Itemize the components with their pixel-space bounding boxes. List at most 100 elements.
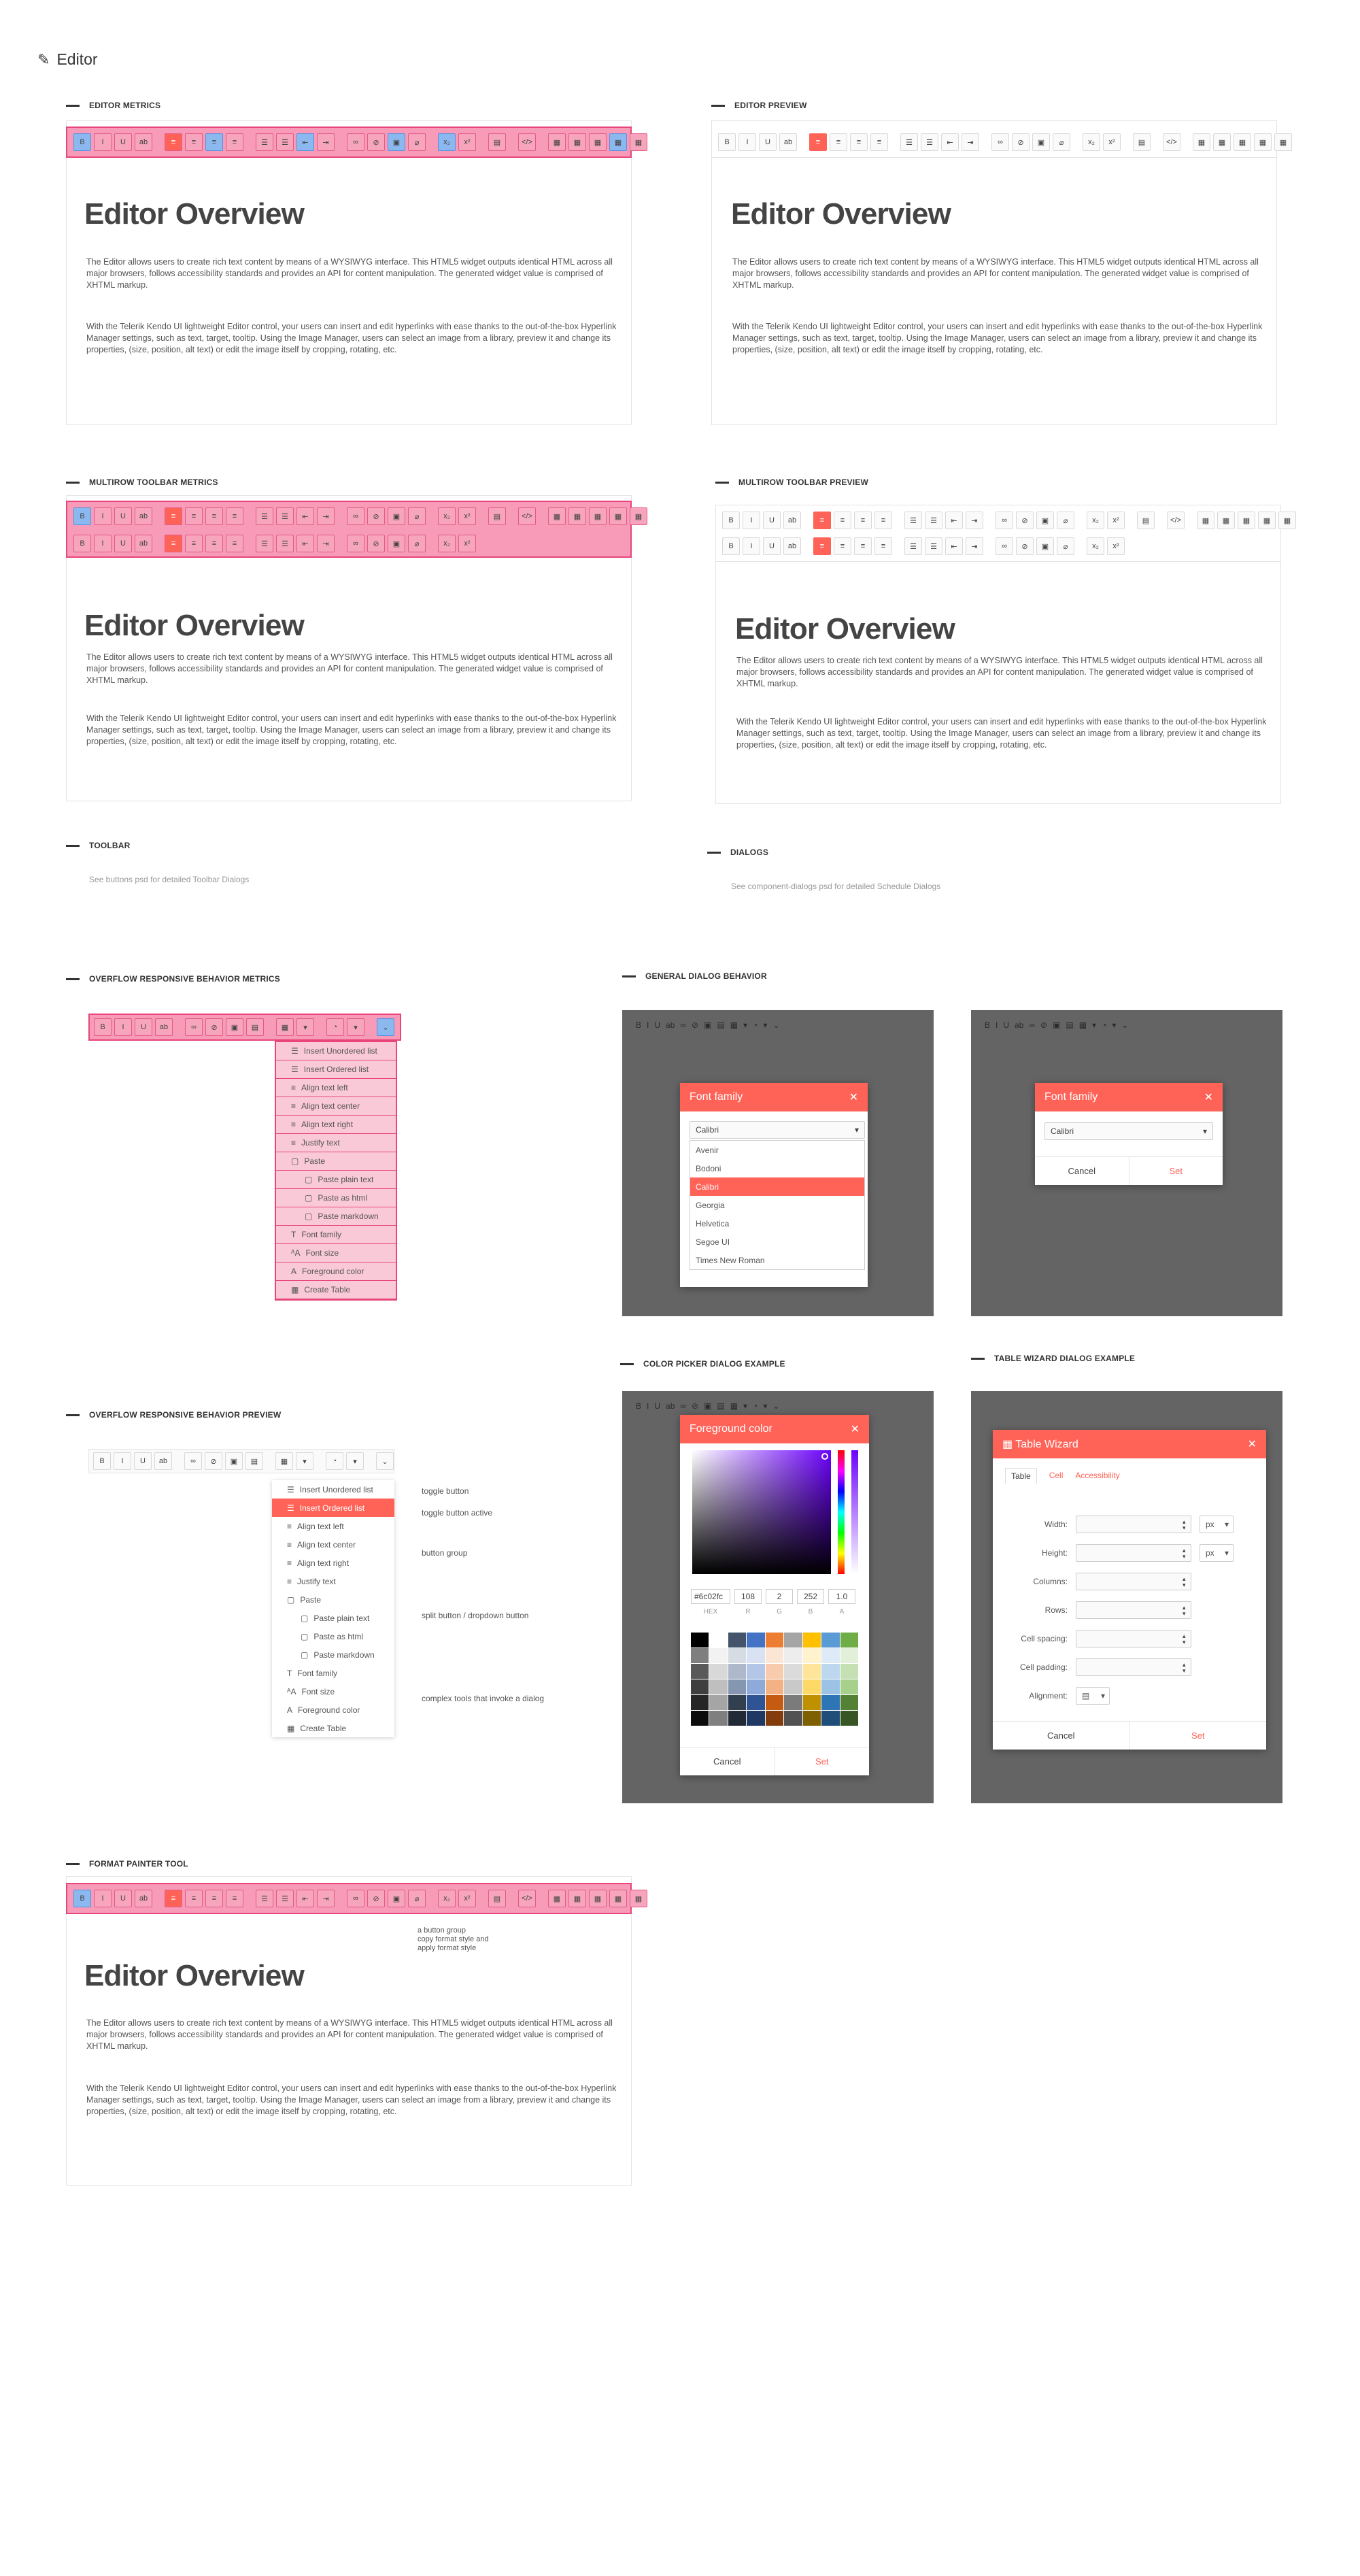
overflow-button[interactable]: ⌄ [376,1452,394,1470]
overflow-menu-item[interactable]: ▢ Paste plain text [272,1609,394,1627]
toolbar-button-17[interactable]: x² [458,507,476,525]
toolbar-button-13[interactable]: ⊘ [367,1890,385,1907]
toolbar-button-11[interactable]: ⇥ [962,133,979,151]
palette-swatch[interactable] [709,1679,728,1694]
overflow-menu-item[interactable]: ☰ Insert Unordered list [272,1480,394,1499]
toolbar-button-24[interactable]: ▦ [630,133,647,151]
palette-swatch[interactable] [747,1711,765,1726]
toolbar-button-19[interactable]: </> [1167,512,1185,529]
cancel-button[interactable]: Cancel [993,1722,1129,1750]
link-button[interactable]: ∞ [185,1018,203,1036]
toolbar-button-20[interactable]: ▦ [548,133,566,151]
palette-swatch[interactable] [747,1664,765,1679]
palette-swatch[interactable] [802,1664,821,1679]
toolbar-button-15[interactable]: ⌀ [408,133,426,151]
toolbar-button-12[interactable]: ∞ [347,1890,364,1907]
cancel-button[interactable]: Cancel [1035,1157,1129,1185]
toolbar-button-1[interactable]: I [94,507,112,525]
toolbar-button-8[interactable]: ☰ [256,1890,273,1907]
overflow-menu-item[interactable]: ≡ Justify text [272,1572,394,1590]
palette-swatch[interactable] [765,1648,784,1663]
toolbar-button-22[interactable]: ▦ [1234,133,1251,151]
width-unit-select[interactable]: px ▾ [1200,1516,1234,1533]
toolbar-button-0[interactable]: B [722,512,740,529]
toolbar-button-17[interactable]: x² [458,133,476,151]
toolbar-button-15[interactable]: ⌀ [408,535,426,552]
toolbar-button-13[interactable]: ⊘ [1012,133,1030,151]
toolbar-button-17[interactable]: x² [458,1890,476,1907]
toolbar-button-15[interactable]: ⌀ [1057,512,1074,529]
palette-swatch[interactable] [691,1633,709,1647]
toolbar-button-8[interactable]: ☰ [900,133,918,151]
toolbar-button-9[interactable]: ☰ [925,537,942,555]
palette-swatch[interactable] [802,1679,821,1694]
palette-swatch[interactable] [784,1648,802,1663]
cell-padding-input[interactable] [1076,1658,1191,1676]
toolbar-button-24[interactable]: ▦ [1278,512,1296,529]
cell-spacing-input[interactable] [1076,1630,1191,1647]
palette-swatch[interactable] [821,1648,840,1663]
toolbar-button-7[interactable]: ≡ [226,133,243,151]
font-option[interactable]: Georgia [690,1196,864,1214]
toolbar-button-4[interactable]: ≡ [165,535,182,552]
cancel-button[interactable]: Cancel [680,1747,775,1775]
toolbar-button-16[interactable]: x₂ [438,535,456,552]
toolbar-button-18[interactable]: ▤ [1137,512,1155,529]
toolbar-button-8[interactable]: ☰ [256,133,273,151]
toolbar-button-20[interactable]: ▦ [1197,512,1214,529]
toolbar-button-10[interactable]: ⇤ [296,1890,314,1907]
toolbar-button-4[interactable]: ≡ [809,133,827,151]
toolbar-button-10[interactable]: ⇤ [945,537,963,555]
underline-button[interactable]: U [134,1452,152,1470]
toolbar-button-3[interactable]: ab [779,133,797,151]
palette-swatch[interactable] [784,1711,802,1726]
toolbar-button-9[interactable]: ☰ [921,133,938,151]
toolbar-button-10[interactable]: ⇤ [945,512,963,529]
toolbar-button-1[interactable]: I [94,1890,112,1907]
toolbar-button-3[interactable]: ab [783,537,801,555]
palette-swatch[interactable] [691,1664,709,1679]
toolbar-button-19[interactable]: </> [518,133,536,151]
font-option[interactable]: Segoe UI [690,1233,864,1251]
toolbar-button-14[interactable]: ▣ [388,507,405,525]
color-button[interactable]: ◔ [326,1452,343,1470]
overflow-menu-item[interactable]: ≡ Align text center [276,1097,396,1116]
overflow-menu-item[interactable]: ▢ Paste [272,1590,394,1609]
toolbar-button-12[interactable]: ∞ [996,512,1013,529]
toolbar-button-6[interactable]: ≡ [205,535,223,552]
set-button[interactable]: Set [1128,1157,1223,1185]
file-button[interactable]: ▤ [245,1452,263,1470]
overflow-menu-item[interactable]: A Foreground color [272,1701,394,1719]
palette-swatch[interactable] [802,1695,821,1710]
toolbar-button-11[interactable]: ⇥ [317,133,335,151]
toolbar-button-15[interactable]: ⌀ [408,507,426,525]
toolbar-button-21[interactable]: ▦ [568,133,586,151]
palette-swatch[interactable] [821,1664,840,1679]
overflow-menu-item[interactable]: ▢ Paste markdown [272,1645,394,1664]
toolbar-button-22[interactable]: ▦ [589,1890,607,1907]
toolbar-button-9[interactable]: ☰ [276,535,294,552]
overflow-menu-item[interactable]: ▢ Paste [276,1152,396,1171]
palette-swatch[interactable] [802,1648,821,1663]
toolbar-button-14[interactable]: ▣ [1036,512,1054,529]
overflow-menu-item[interactable]: ≡ Align text left [272,1517,394,1535]
toolbar-button-10[interactable]: ⇤ [296,507,314,525]
toolbar-button-2[interactable]: U [763,512,781,529]
palette-swatch[interactable] [840,1711,858,1726]
toolbar-button-10[interactable]: ⇤ [296,133,314,151]
toolbar-button-17[interactable]: x² [1107,512,1125,529]
toolbar-button-13[interactable]: ⊘ [367,133,385,151]
toolbar-button-11[interactable]: ⇥ [317,1890,335,1907]
toolbar-button-9[interactable]: ☰ [276,133,294,151]
toolbar-button-1[interactable]: I [743,512,760,529]
palette-swatch[interactable] [821,1679,840,1694]
overflow-menu-item[interactable]: ≡ Align text left [276,1079,396,1097]
toolbar-button-13[interactable]: ⊘ [1016,512,1034,529]
palette-swatch[interactable] [802,1711,821,1726]
italic-button[interactable]: I [114,1452,131,1470]
font-option[interactable]: Bodoni [690,1159,864,1177]
palette-swatch[interactable] [691,1695,709,1710]
toolbar-button-8[interactable]: ☰ [904,537,922,555]
toolbar-button-4[interactable]: ≡ [165,133,182,151]
toolbar-button-22[interactable]: ▦ [1238,512,1255,529]
